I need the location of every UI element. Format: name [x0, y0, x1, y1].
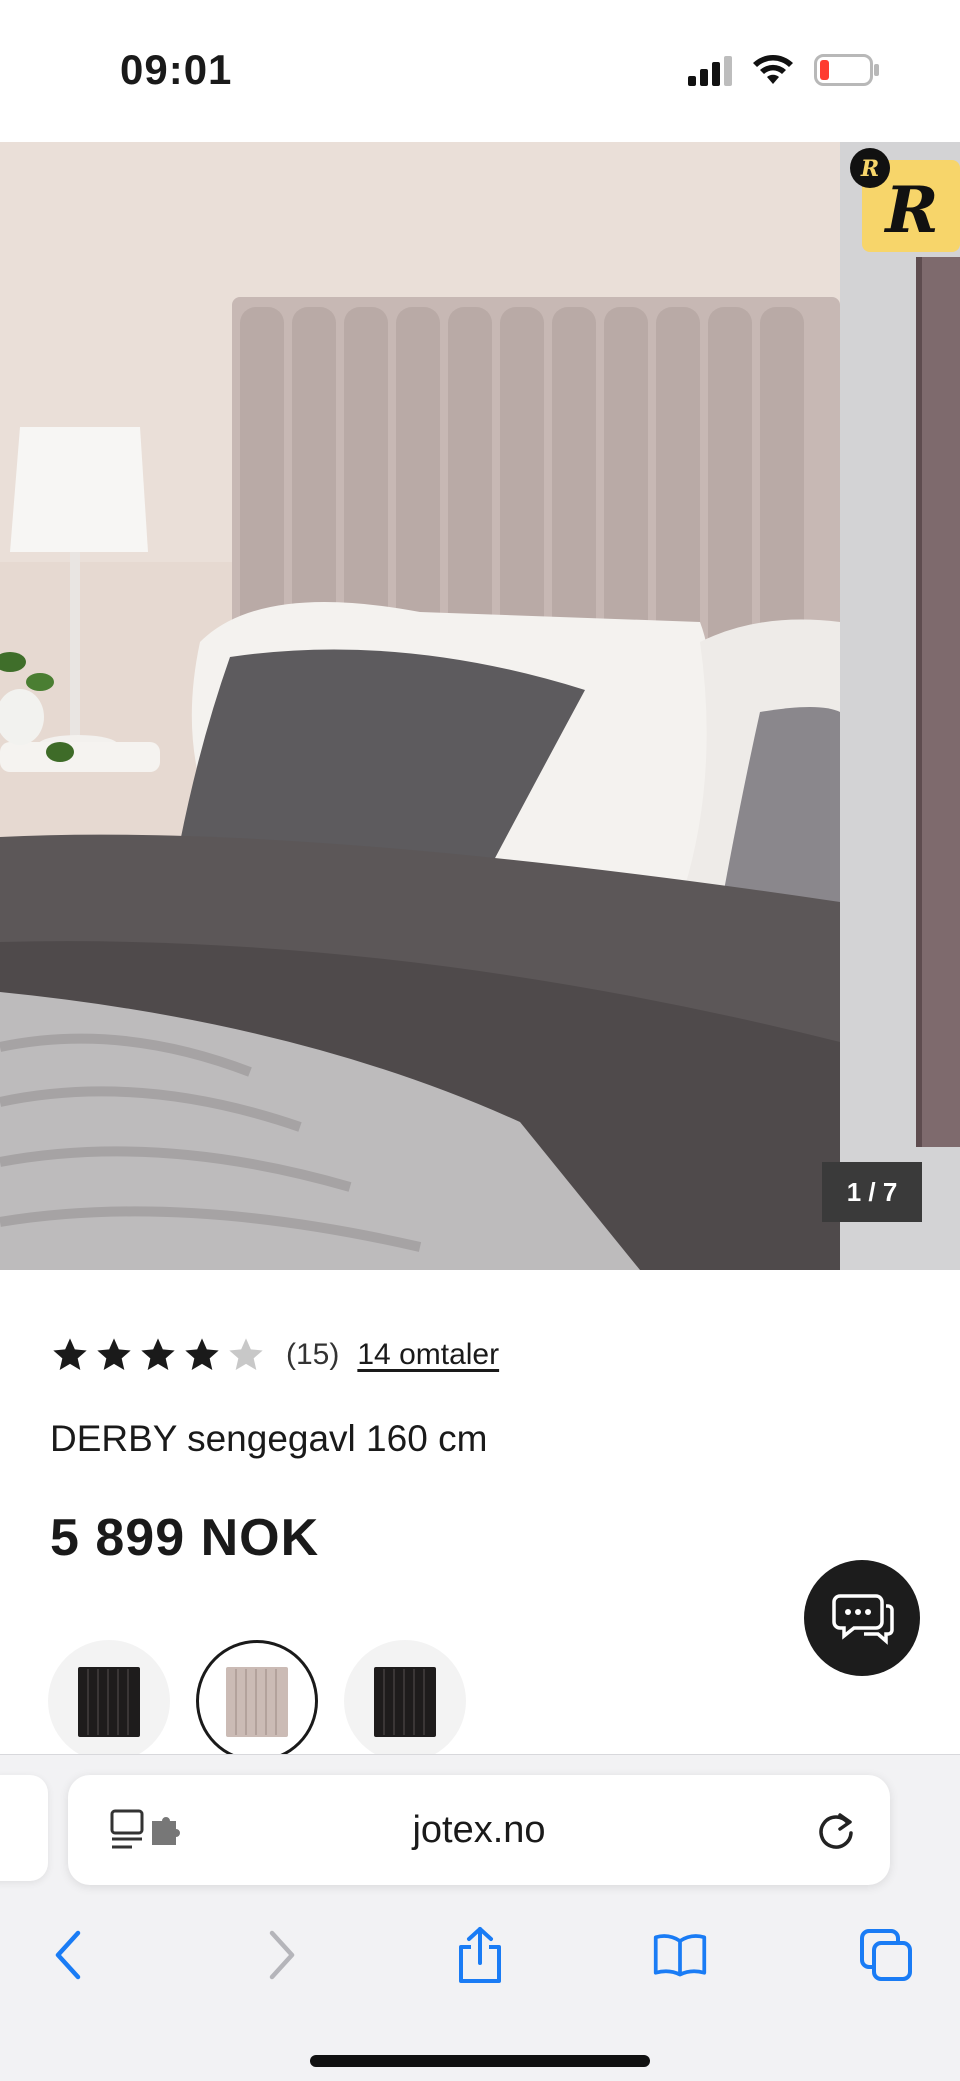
- color-swatches: [48, 1640, 466, 1762]
- next-image-preview: [916, 257, 960, 1147]
- browser-toolbar: [0, 1905, 960, 2005]
- share-button[interactable]: [452, 1927, 508, 1983]
- share-icon: [459, 1927, 501, 1983]
- reviews-link[interactable]: 14 omtaler: [357, 1338, 499, 1372]
- next-product-image[interactable]: [840, 142, 960, 1270]
- reload-icon[interactable]: [814, 1809, 858, 1853]
- swatch-headboard-thumbnail: [78, 1667, 140, 1737]
- product-title: DERBY sengegavl 160 cm: [50, 1418, 488, 1459]
- tabs-icon: [860, 1929, 912, 1981]
- swatch-dark[interactable]: [344, 1640, 466, 1762]
- forward-icon: [269, 1930, 295, 1980]
- tabs-button[interactable]: [858, 1927, 914, 1983]
- swatch-black[interactable]: [48, 1640, 170, 1762]
- rating-count: (15): [286, 1338, 340, 1371]
- swatch-headboard-thumbnail: [374, 1667, 436, 1737]
- url-text[interactable]: jotex.no: [68, 1809, 890, 1852]
- star-filled-icon: [53, 1338, 87, 1370]
- product-image[interactable]: [0, 142, 840, 1270]
- star-filled-icon: [97, 1338, 131, 1370]
- chat-button[interactable]: [804, 1560, 920, 1676]
- r-logo-icon[interactable]: R R: [848, 146, 960, 252]
- browser-chrome: jotex.no: [0, 1754, 960, 2081]
- star-rating: [50, 1335, 266, 1375]
- swatch-beige-selected[interactable]: [196, 1640, 318, 1762]
- svg-text:R: R: [860, 156, 879, 182]
- star-filled-icon: [185, 1338, 219, 1370]
- product-page: 09:01 1 / 7 R R (15) 14 omtaler DERBY se…: [0, 0, 960, 2081]
- bookmarks-button[interactable]: [652, 1927, 708, 1983]
- home-indicator: [310, 2055, 650, 2067]
- cellular-signal-icon: [688, 56, 732, 86]
- svg-text:R: R: [883, 173, 938, 248]
- back-icon: [55, 1930, 81, 1980]
- star-filled-icon: [141, 1338, 175, 1370]
- product-price: 5 899 NOK: [50, 1509, 320, 1567]
- bookmarks-icon: [653, 1934, 707, 1977]
- address-bar[interactable]: jotex.no: [68, 1775, 890, 1885]
- battery-low-icon: [814, 54, 879, 86]
- star-empty-icon: [229, 1338, 263, 1370]
- swatch-headboard-thumbnail: [226, 1667, 288, 1737]
- image-counter: 1 / 7: [822, 1162, 922, 1222]
- forward-button[interactable]: [252, 1927, 308, 1983]
- back-button[interactable]: [42, 1927, 98, 1983]
- product-image-gallery[interactable]: 1 / 7 R R: [0, 142, 960, 1270]
- wifi-icon: [753, 55, 793, 84]
- status-bar: 09:01: [0, 0, 960, 142]
- previous-tab[interactable]: [0, 1775, 48, 1881]
- chat-bubbles-icon: [832, 1594, 894, 1645]
- status-time: 09:01: [120, 46, 233, 93]
- rating-row: (15) 14 omtaler: [50, 1330, 499, 1380]
